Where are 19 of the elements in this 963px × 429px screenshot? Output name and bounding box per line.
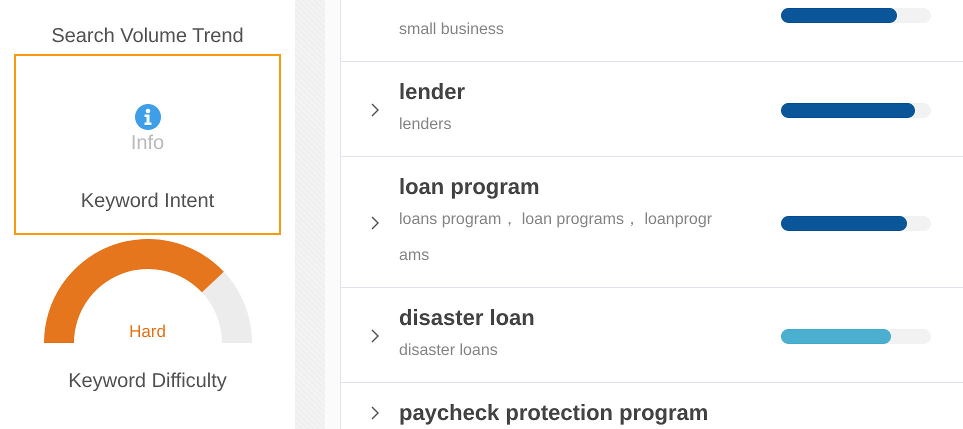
chevron-right-icon[interactable] — [371, 329, 379, 343]
keyword-title: disaster loan — [399, 304, 536, 332]
chevron-right-icon[interactable] — [371, 103, 379, 117]
keyword-title: lender — [399, 78, 466, 106]
section-title: Keyword Difficulty — [68, 369, 227, 394]
keyword-variants: disaster loans — [399, 341, 499, 361]
keyword-variants: lenders — [399, 115, 452, 135]
chevron-right-icon[interactable] — [371, 406, 379, 420]
gauge-track — [201, 272, 252, 343]
keyword-variants: loans program， loan programs， loanprograms — [399, 210, 713, 266]
chevron-right-icon[interactable] — [371, 216, 379, 230]
section-title: Keyword Intent — [80, 189, 214, 214]
keyword-variants: small business — [399, 20, 505, 40]
keyword-title: paycheck protection program — [399, 399, 710, 427]
difficulty-value: Hard — [129, 321, 166, 343]
keyword-title: loan program — [399, 173, 541, 201]
info-icon — [134, 104, 160, 130]
intent-value: Info — [130, 131, 164, 156]
section-title: Search Volume Trend — [51, 24, 244, 49]
